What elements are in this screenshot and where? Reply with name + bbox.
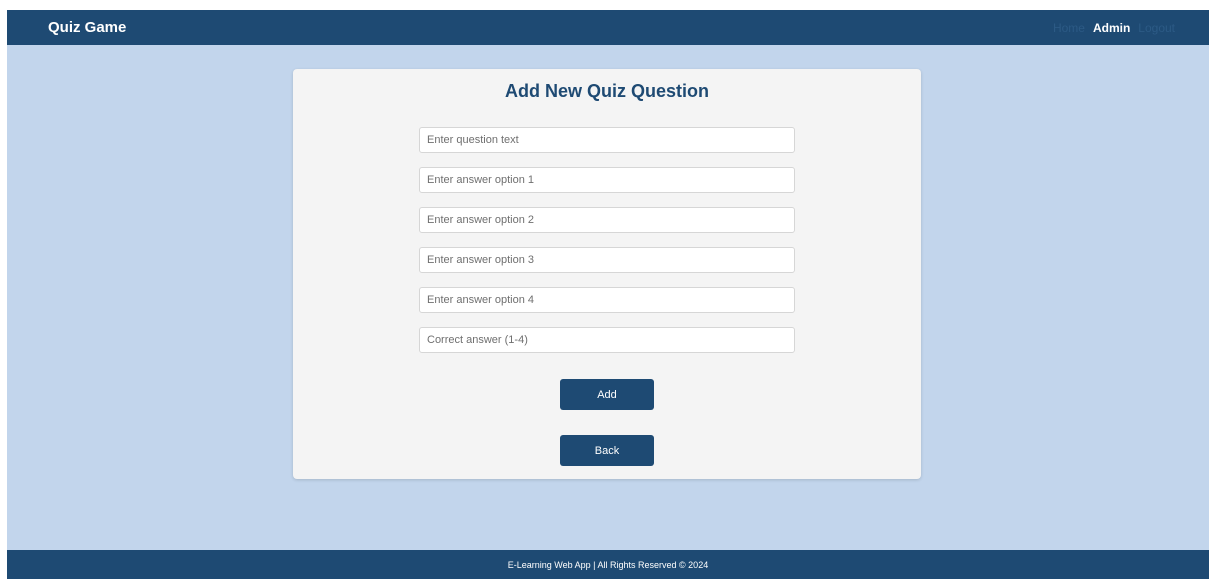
- nav-links: Home Admin Logout: [1053, 21, 1175, 35]
- answer-option-1-input[interactable]: [419, 167, 795, 193]
- brand-logo[interactable]: Quiz Game: [48, 19, 126, 36]
- nav-link-logout[interactable]: Logout: [1138, 21, 1175, 35]
- page: Quiz Game Home Admin Logout Add New Quiz…: [7, 10, 1209, 579]
- answer-option-4-input[interactable]: [419, 287, 795, 313]
- answer-option-3-input[interactable]: [419, 247, 795, 273]
- question-text-input[interactable]: [419, 127, 795, 153]
- footer-text: E-Learning Web App | All Rights Reserved…: [507, 559, 709, 570]
- navbar: Quiz Game Home Admin Logout: [7, 10, 1209, 45]
- nav-link-home[interactable]: Home: [1053, 21, 1085, 35]
- page-title: Add New Quiz Question: [504, 81, 709, 101]
- answer-option-2-input[interactable]: [419, 207, 795, 233]
- add-button[interactable]: Add: [560, 379, 654, 410]
- add-question-card: Add New Quiz Question Add Back: [293, 69, 921, 479]
- correct-answer-input[interactable]: [419, 327, 795, 353]
- nav-link-admin[interactable]: Admin: [1093, 21, 1130, 35]
- footer: E-Learning Web App | All Rights Reserved…: [7, 550, 1209, 579]
- back-button[interactable]: Back: [560, 435, 654, 466]
